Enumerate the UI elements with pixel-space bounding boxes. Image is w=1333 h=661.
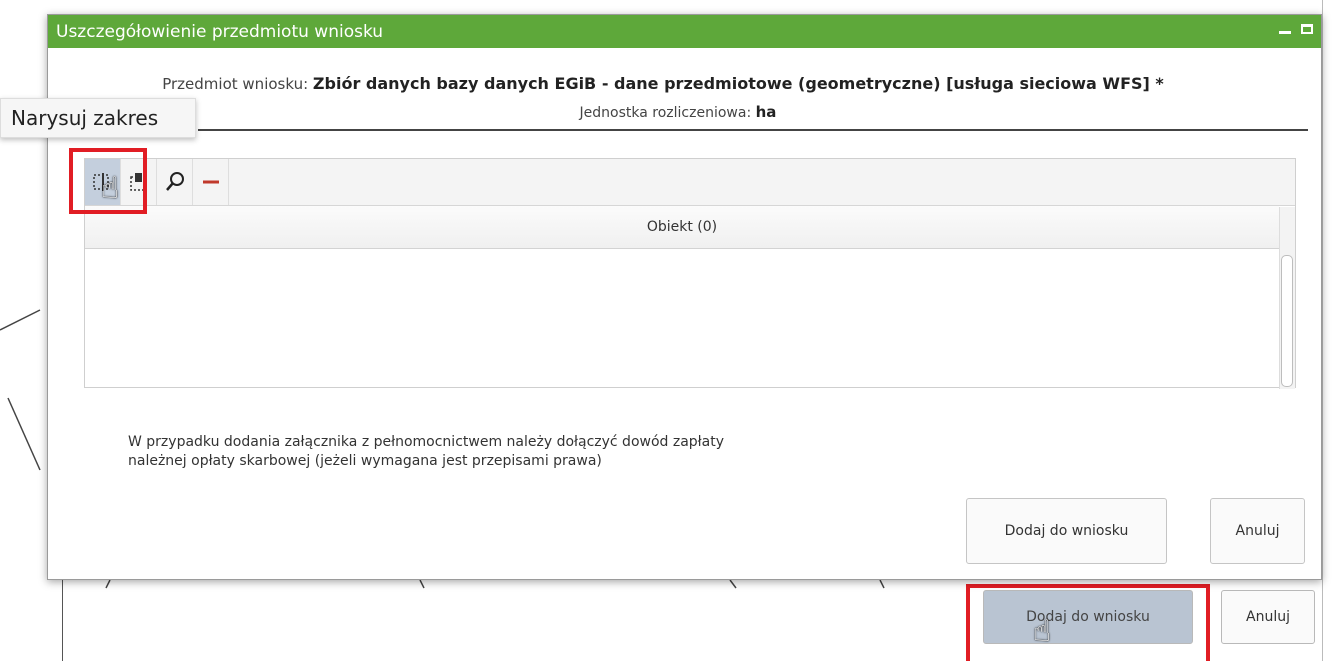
note-line: należnej opłaty skarbowej (jeżeli wymaga… [128, 453, 602, 469]
subject-line: Przedmiot wniosku: Zbiór danych bazy dan… [48, 74, 1278, 93]
background-divider [62, 575, 63, 661]
table-column-header[interactable]: Obiekt (0) [85, 206, 1279, 249]
attachment-note: W przypadku dodania załącznika z pełnomo… [128, 433, 1028, 471]
map-toolbar [85, 159, 1295, 206]
background-divider [1322, 0, 1323, 661]
column-header-label: Obiekt (0) [646, 219, 718, 235]
tooltip-text: Narysuj zakres [11, 106, 159, 130]
dialog-titlebar[interactable]: Uszczegółowienie przedmiotu wniosku [48, 15, 1321, 48]
subject-label: Przedmiot wniosku: [162, 75, 309, 93]
scrollbar-thumb[interactable] [1281, 255, 1293, 387]
hand-cursor-icon: ☝ [101, 171, 120, 206]
search-icon [165, 172, 184, 191]
highlight-frame [966, 584, 1210, 661]
hand-cursor-icon: ☝ [1033, 614, 1052, 649]
unit-line: Jednostka rozliczeniowa: ha [48, 103, 1308, 121]
draw-range-tooltip: Narysuj zakres [0, 98, 196, 138]
cancel-button[interactable]: Anuluj [1210, 498, 1305, 564]
search-button[interactable] [157, 159, 193, 205]
dialog-title: Uszczegółowienie przedmiotu wniosku [56, 21, 384, 42]
maximize-icon[interactable] [1301, 23, 1313, 34]
header-divider [198, 129, 1308, 131]
unit-label: Jednostka rozliczeniowa: [579, 105, 752, 121]
add-to-request-button[interactable]: Dodaj do wniosku [966, 498, 1167, 564]
objects-table-body [85, 207, 1295, 389]
subject-value: Zbiór danych bazy danych EGiB - dane prz… [312, 74, 1164, 93]
remove-icon [202, 180, 219, 184]
minimize-icon[interactable] [1279, 31, 1291, 34]
scrollbar[interactable] [1279, 207, 1295, 389]
background-cancel-button[interactable]: Anuluj [1221, 590, 1315, 644]
objects-panel: Obiekt (0) [84, 158, 1296, 389]
note-line: W przypadku dodania załącznika z pełnomo… [128, 434, 725, 450]
remove-button[interactable] [193, 159, 229, 205]
unit-value: ha [755, 103, 777, 121]
